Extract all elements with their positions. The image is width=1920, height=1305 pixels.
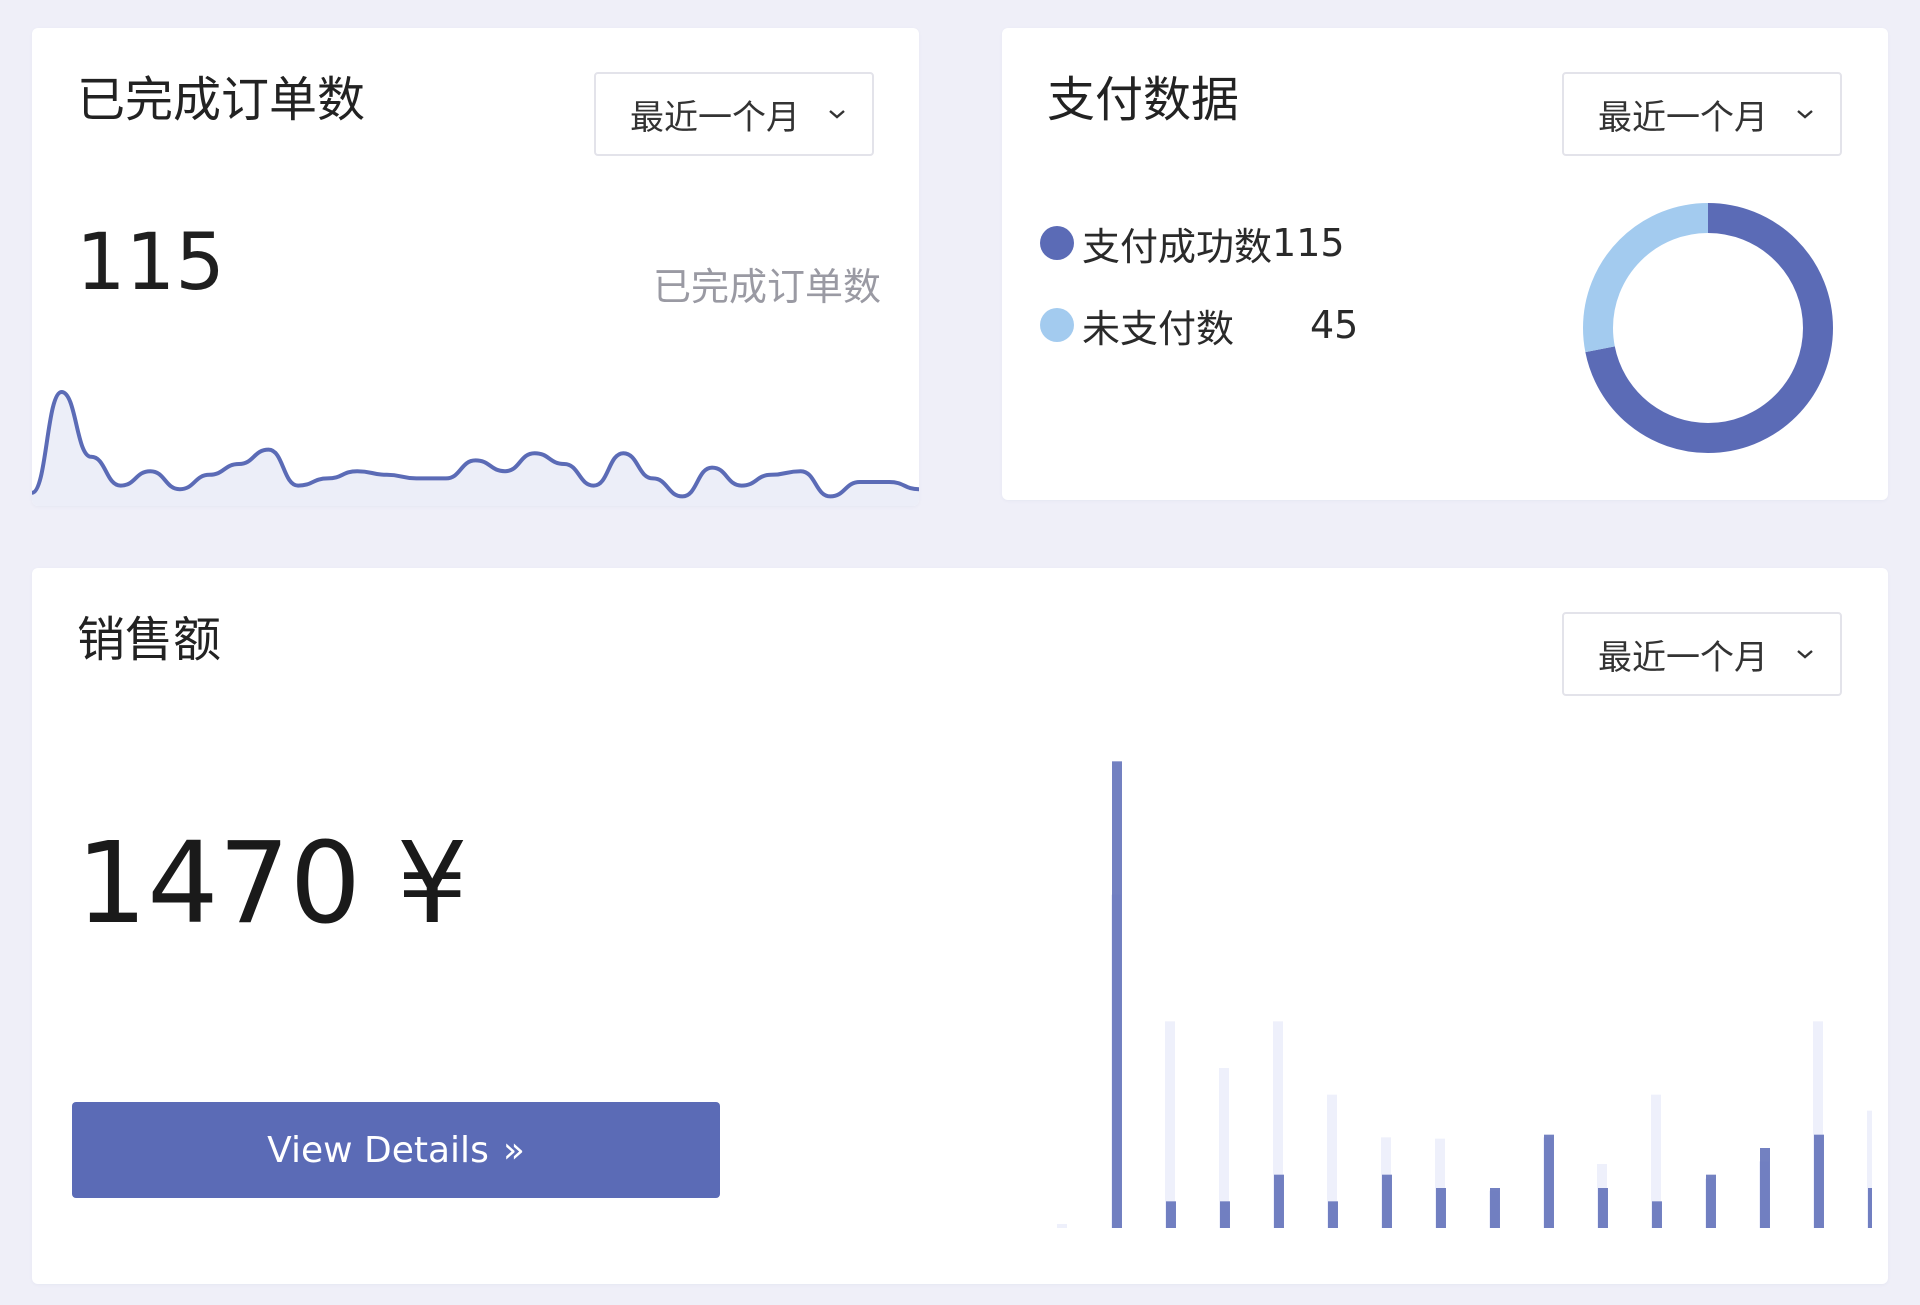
sales-bar [1436, 1188, 1446, 1228]
sales-bar [1382, 1174, 1392, 1228]
sales-bar [1220, 1201, 1230, 1228]
payment-period-select[interactable]: 最近一个月 [1562, 72, 1842, 156]
legend-dot-unpaid [1040, 308, 1074, 342]
orders-period-select[interactable]: 最近一个月 [594, 72, 874, 156]
sales-bar [1760, 1148, 1770, 1228]
payment-donut-chart [1583, 203, 1833, 453]
sales-bar [1112, 761, 1122, 1228]
sales-card-title: 销售额 [77, 612, 222, 668]
payment-card: 支付数据 最近一个月 支付成功数 115 未支付数 45 [1002, 28, 1888, 500]
payment-legend: 支付成功数 115 未支付数 45 [1040, 218, 1359, 351]
payment-card-title: 支付数据 [1047, 72, 1240, 128]
legend-value-unpaid: 45 [1310, 303, 1359, 347]
sales-bar [1868, 1188, 1872, 1228]
payment-period-value: 最近一个月 [1598, 97, 1768, 138]
sales-card: 销售额 最近一个月 1470 ¥ View Details » [32, 568, 1888, 1284]
sales-bar [1814, 1134, 1824, 1228]
sales-period-select[interactable]: 最近一个月 [1562, 612, 1842, 696]
sales-bar [1166, 1201, 1176, 1228]
sales-bar [1274, 1174, 1284, 1228]
legend-label-success: 支付成功数 [1082, 224, 1273, 269]
orders-period-value: 最近一个月 [630, 97, 800, 138]
legend-dot-success [1040, 226, 1074, 260]
orders-card: 已完成订单数 最近一个月 115 已完成订单数 [32, 28, 919, 506]
sales-bar-light [1057, 1224, 1067, 1228]
chevron-down-icon [1792, 101, 1818, 127]
orders-sparkline-chart [32, 389, 919, 506]
sales-bar [1490, 1188, 1500, 1228]
legend-item-unpaid: 未支付数 45 [1040, 300, 1359, 351]
sales-amount: 1470 ¥ [76, 819, 468, 949]
sales-bar [1598, 1188, 1608, 1228]
orders-card-title: 已完成订单数 [77, 72, 366, 128]
view-details-button[interactable]: View Details » [72, 1102, 720, 1198]
orders-count: 115 [76, 218, 225, 308]
legend-value-success: 115 [1272, 221, 1345, 265]
chevron-down-icon [824, 101, 850, 127]
sales-bar [1706, 1174, 1716, 1228]
sparkline-area [32, 392, 919, 506]
legend-label-unpaid: 未支付数 [1082, 306, 1235, 351]
chevron-down-icon [1792, 641, 1818, 667]
sales-bar-light [1165, 1021, 1175, 1228]
sales-bar-chart [1057, 761, 1872, 1228]
sales-bar [1652, 1201, 1662, 1228]
sales-period-value: 最近一个月 [1598, 637, 1768, 678]
orders-side-label: 已完成订单数 [652, 265, 881, 309]
sales-bar [1544, 1134, 1554, 1228]
view-details-label: View Details [267, 1129, 489, 1171]
legend-item-success: 支付成功数 115 [1040, 218, 1358, 269]
double-chevron-right-icon: » [502, 1129, 525, 1171]
sales-bar [1328, 1201, 1338, 1228]
